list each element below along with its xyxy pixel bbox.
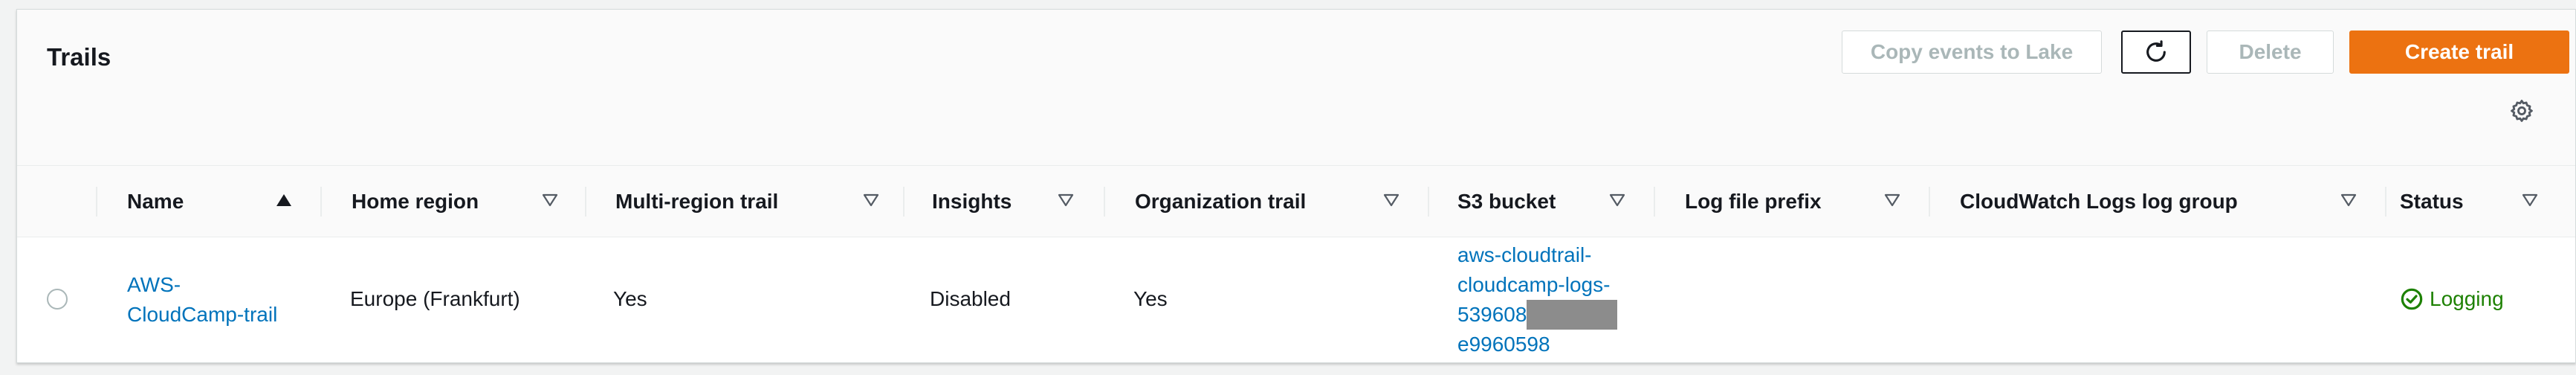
column-header-s3-bucket[interactable]: S3 bucket	[1457, 166, 1556, 237]
column-header-name[interactable]: Name	[127, 166, 184, 237]
sort-icon[interactable]	[1058, 193, 1074, 211]
column-header-insights[interactable]: Insights	[932, 166, 1012, 237]
trail-name-link[interactable]: AWS- CloudCamp-trail	[127, 270, 277, 330]
table-row[interactable]: AWS- CloudCamp-trail Europe (Frankfurt) …	[17, 237, 2575, 362]
sort-icon[interactable]	[863, 193, 879, 211]
column-header-status[interactable]: Status	[2400, 166, 2464, 237]
insights-cell: Disabled	[930, 287, 1011, 310]
column-divider	[96, 187, 97, 217]
column-divider	[1104, 187, 1105, 217]
column-header-log-file-prefix[interactable]: Log file prefix	[1685, 166, 1822, 237]
check-circle-icon	[2401, 288, 2423, 310]
sort-icon[interactable]	[2522, 193, 2538, 211]
column-header-cloudwatch-logs-log-group[interactable]: CloudWatch Logs log group	[1960, 166, 2238, 237]
row-select-radio[interactable]	[47, 289, 68, 310]
home-region-cell: Europe (Frankfurt)	[350, 287, 520, 310]
column-header-home-region[interactable]: Home region	[352, 166, 479, 237]
status-label: Logging	[2430, 287, 2504, 310]
column-divider	[320, 187, 322, 217]
refresh-button[interactable]	[2121, 31, 2191, 74]
multi-region-cell: Yes	[613, 287, 647, 310]
table-header: Name Home region Multi-region trail Insi…	[17, 166, 2575, 237]
page-title: Trails	[47, 43, 111, 71]
column-divider	[1428, 187, 1429, 217]
sort-icon[interactable]	[542, 193, 558, 211]
column-header-organization-trail[interactable]: Organization trail	[1135, 166, 1306, 237]
column-header-multi-region-trail[interactable]: Multi-region trail	[615, 166, 778, 237]
create-trail-button[interactable]: Create trail	[2349, 31, 2569, 74]
column-divider	[2385, 187, 2386, 217]
refresh-icon	[2146, 40, 2166, 62]
organization-trail-cell: Yes	[1133, 287, 1168, 310]
column-divider	[1929, 187, 1930, 217]
gear-icon	[2511, 100, 2533, 122]
sort-icon[interactable]	[1609, 193, 1625, 211]
sort-icon[interactable]	[1884, 193, 1900, 211]
column-divider	[1654, 187, 1655, 217]
sort-ascending-icon[interactable]	[276, 193, 292, 211]
s3-bucket-link[interactable]: aws-cloudtrail- cloudcamp-logs- 539608 e…	[1457, 240, 1618, 359]
copy-events-to-lake-button[interactable]: Copy events to Lake	[1842, 31, 2102, 74]
column-divider	[585, 187, 586, 217]
preferences-button[interactable]	[2507, 96, 2537, 126]
trails-panel: Trails Copy events to Lake Delete Create…	[16, 9, 2576, 363]
sort-icon[interactable]	[2340, 193, 2357, 211]
redacted-block	[1527, 300, 1618, 330]
column-divider	[903, 187, 904, 217]
delete-button[interactable]: Delete	[2207, 31, 2334, 74]
sort-icon[interactable]	[1383, 193, 1399, 211]
status-badge: Logging	[2400, 284, 2504, 314]
panel-header: Trails Copy events to Lake Delete Create…	[17, 10, 2575, 166]
